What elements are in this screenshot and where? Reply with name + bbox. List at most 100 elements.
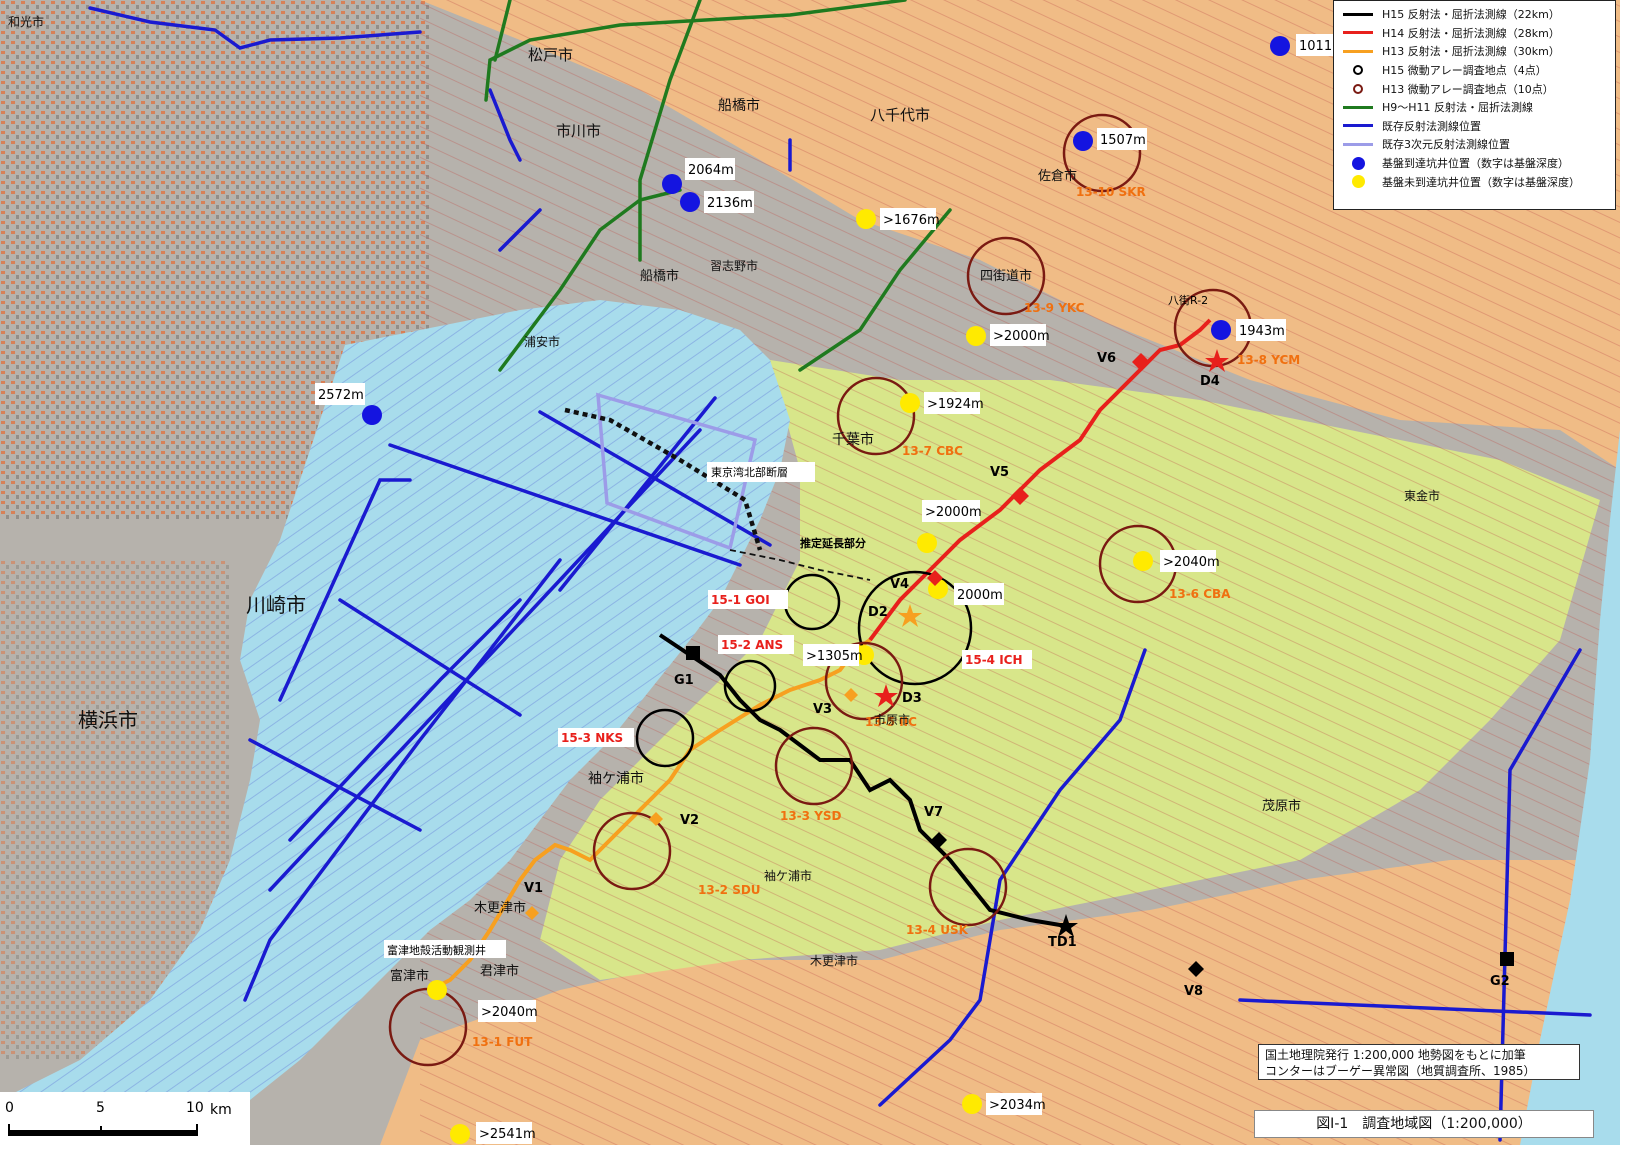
place-sodegaura: 袖ケ浦市 xyxy=(588,770,644,787)
legend-row: 既存3次元反射法測線位置 xyxy=(1340,135,1609,154)
well-2000-a xyxy=(966,326,986,346)
well-2572 xyxy=(362,405,382,425)
label-v8: V8 xyxy=(1184,984,1203,999)
label-13-6: 13-6 CBA xyxy=(1169,587,1231,601)
label-13-7: 13-7 CBC xyxy=(902,444,963,458)
line-icon xyxy=(1343,31,1373,35)
place-wako: 和光市 xyxy=(8,14,44,29)
legend-row: H14 反射法・屈折法測線（28km） xyxy=(1340,24,1609,43)
label-v1: V1 xyxy=(524,881,543,896)
scale-mid: 5 xyxy=(96,1100,105,1116)
place-urayasu: 浦安市 xyxy=(524,334,560,349)
label-2000-a: >2000m xyxy=(993,329,1050,344)
note-line-2: コンターはブーゲー異常図（地質調査所、1985） xyxy=(1265,1064,1536,1078)
label-1305: >1305m xyxy=(806,649,863,664)
label-v6: V6 xyxy=(1097,351,1116,366)
g1-marker xyxy=(686,646,700,660)
label-v5: V5 xyxy=(990,465,1009,480)
label-13-1: 13-1 FUT xyxy=(472,1035,533,1049)
label-1507: 1507m xyxy=(1100,133,1146,148)
label-2034: >2034m xyxy=(989,1098,1046,1113)
label-v2: V2 xyxy=(680,813,699,828)
scale-unit: km xyxy=(210,1102,232,1118)
note-line-1: 国土地理院発行 1:200,000 地勢図をもとに加筆 xyxy=(1265,1048,1526,1062)
place-narashino: 習志野市 xyxy=(710,258,758,273)
legend-row: H13 反射法・屈折法測線（30km） xyxy=(1340,42,1609,61)
legend-label: H15 反射法・屈折法測線（22km） xyxy=(1382,8,1560,22)
place-sakura: 佐倉市 xyxy=(1038,168,1077,184)
label-13-9: 13-9 YKC xyxy=(1024,301,1085,315)
well-1507 xyxy=(1073,131,1093,151)
place-funabashi-n: 船橋市 xyxy=(718,97,760,114)
label-2541: >2541m xyxy=(479,1127,536,1142)
label-2000-c: 2000m xyxy=(957,588,1003,603)
legend-symbol xyxy=(1340,26,1376,40)
label-15-1: 15-1 GOI xyxy=(711,593,770,607)
legend-symbol xyxy=(1340,156,1376,170)
legend-row: 既存反射法測線位置 xyxy=(1340,117,1609,136)
place-yachiyo: 八千代市 xyxy=(870,106,930,124)
label-td1: TD1 xyxy=(1048,935,1077,950)
place-yokohama: 横浜市 xyxy=(78,708,138,732)
legend-symbol xyxy=(1340,100,1376,114)
place-chiba: 千葉市 xyxy=(832,431,874,448)
label-2000-b: >2000m xyxy=(925,505,982,520)
well-2541 xyxy=(450,1124,470,1144)
label-v4: V4 xyxy=(890,577,909,592)
well-1943 xyxy=(1211,320,1231,340)
yachimata-label: 八街R-2 xyxy=(1168,293,1208,307)
well-1011 xyxy=(1270,36,1290,56)
well-2136 xyxy=(680,192,700,212)
well-dot-icon xyxy=(1351,156,1365,170)
legend-label: 既存反射法測線位置 xyxy=(1382,119,1481,133)
g2-marker xyxy=(1500,952,1514,966)
legend-label: H9～H11 反射法・屈折法測線 xyxy=(1382,101,1534,115)
label-d3: D3 xyxy=(902,691,922,706)
well-2034 xyxy=(962,1094,982,1114)
scale-zero: 0 xyxy=(5,1100,14,1116)
label-13-10: 13-10 SKR xyxy=(1076,185,1146,199)
legend: H15 反射法・屈折法測線（22km） H14 反射法・屈折法測線（28km） H1… xyxy=(1333,0,1616,210)
legend-row: 基盤到達坑井位置（数字は基盤深度） xyxy=(1340,154,1609,173)
well-2040-b xyxy=(427,980,447,1000)
label-13-3: 13-3 YSD xyxy=(780,809,842,823)
label-1943: 1943m xyxy=(1239,324,1285,339)
place-kimitsu: 君津市 xyxy=(480,963,519,979)
place-funabashi: 船橋市 xyxy=(640,268,679,284)
label-v7: V7 xyxy=(924,805,943,820)
line-icon xyxy=(1343,124,1373,128)
label-2572: 2572m xyxy=(318,388,364,403)
place-sodegaura2: 袖ケ浦市 xyxy=(764,868,812,883)
label-15-4: 15-4 ICH xyxy=(965,653,1023,667)
well-dot-icon xyxy=(1351,175,1365,189)
figure-title: 図Ⅰ-1 調査地域図（1:200,000） xyxy=(1254,1110,1594,1138)
label-13-8: 13-8 YCM xyxy=(1237,353,1300,367)
well-2064 xyxy=(662,174,682,194)
legend-label: H13 反射法・屈折法測線（30km） xyxy=(1382,45,1560,59)
legend-symbol xyxy=(1340,63,1376,77)
legend-symbol xyxy=(1340,82,1376,96)
place-ichihara: 市原市 xyxy=(874,712,910,727)
place-togane: 東金市 xyxy=(1404,488,1440,503)
label-2040-b: >2040m xyxy=(481,1005,538,1020)
label-2064: 2064m xyxy=(688,163,734,178)
place-ichikawa: 市川市 xyxy=(556,122,601,140)
legend-symbol xyxy=(1340,7,1376,21)
label-13-2: 13-2 SDU xyxy=(698,883,761,897)
ring-icon xyxy=(1353,65,1363,76)
scale-bar: 0 5 10 km xyxy=(0,1092,250,1147)
label-2136: 2136m xyxy=(707,196,753,211)
place-kawasaki: 川崎市 xyxy=(246,593,306,617)
well-1924 xyxy=(900,393,920,413)
label-15-2: 15-2 ANS xyxy=(721,638,783,652)
label-1924: >1924m xyxy=(927,397,984,412)
place-futtsu: 富津市 xyxy=(390,968,429,984)
legend-row: H13 微動アレー調査地点（10点） xyxy=(1340,79,1609,98)
legend-label: 基盤未到達坑井位置（数字は基盤深度） xyxy=(1382,175,1580,189)
line-icon xyxy=(1343,142,1373,146)
legend-symbol xyxy=(1340,44,1376,58)
place-mobara: 茂原市 xyxy=(1262,798,1301,814)
scale-end: 10 xyxy=(186,1100,204,1116)
line-icon xyxy=(1343,49,1373,53)
legend-row: H15 反射法・屈折法測線（22km） xyxy=(1340,5,1609,24)
